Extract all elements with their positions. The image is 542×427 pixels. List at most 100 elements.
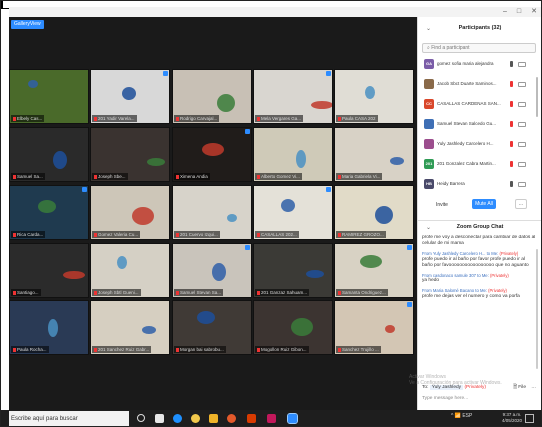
video-tile[interactable]: Rodrigo Carvajal... xyxy=(172,69,252,124)
close-button[interactable]: ✕ xyxy=(531,7,537,17)
activate-windows-watermark: Activar Windows Ve a Configuración para … xyxy=(409,374,502,386)
participant-row[interactable]: CC CASALLAS CARDENAS SAN... xyxy=(422,97,538,111)
taskbar-search-input[interactable]: Escribe aquí para buscar xyxy=(9,411,129,426)
camera-icon[interactable] xyxy=(518,182,526,187)
tile-name-label: Rica Carda... xyxy=(11,231,46,238)
video-tile[interactable]: Sanchez Trujillo ... xyxy=(334,300,414,355)
video-tile[interactable]: Alberto Gomez Vi... xyxy=(253,127,333,182)
camera-icon[interactable] xyxy=(518,62,526,67)
video-tile[interactable]: Elbely Cas... xyxy=(9,69,89,124)
video-tile[interactable]: 201 Yadir Varela... xyxy=(90,69,170,124)
invite-button[interactable]: Invite xyxy=(436,202,448,208)
divider xyxy=(418,220,541,221)
video-tile[interactable]: Santiago... xyxy=(9,243,89,298)
camera-icon[interactable] xyxy=(518,122,526,127)
mic-muted-icon[interactable] xyxy=(510,101,513,107)
video-tile[interactable]: Rica Carda... xyxy=(9,185,89,240)
video-tile[interactable]: RAMIREZ GROZO... xyxy=(334,185,414,240)
tile-name-text: Samuel Sa... xyxy=(17,174,43,179)
minimize-button[interactable]: – xyxy=(503,7,507,17)
video-tile[interactable]: Morgan bai sabrobu... xyxy=(172,300,252,355)
powerpoint-icon[interactable] xyxy=(247,414,256,423)
participant-row[interactable]: Yuly Jashledy Carcelero H... xyxy=(422,137,538,151)
camera-icon[interactable] xyxy=(518,162,526,167)
task-view-icon[interactable] xyxy=(155,414,164,423)
mic-muted-icon[interactable] xyxy=(510,141,513,147)
gallery-view: Elbely Cas... 201 Yadir Varela... Rodrigo … xyxy=(9,17,417,410)
edge-icon[interactable] xyxy=(173,414,182,423)
video-tile[interactable]: Paula CASA 202 xyxy=(334,69,414,124)
video-tile[interactable]: Maria Gabriela Vi... xyxy=(334,127,414,182)
video-tile[interactable]: Mela Vergares Ga... xyxy=(253,69,333,124)
tile-name-label: Ximena Andia xyxy=(174,173,210,180)
participant-search-input[interactable]: ⌕ Find a participant xyxy=(422,43,536,53)
avatar xyxy=(424,79,434,89)
chat-sender-text: From Yuly Jashledy Carcelero H... to Me: xyxy=(422,251,499,256)
video-tile[interactable]: Paula Rocha... xyxy=(9,300,89,355)
mic-muted-icon[interactable] xyxy=(510,81,513,87)
camera-icon[interactable] xyxy=(518,142,526,147)
video-tile[interactable]: Samuel Stevan Sa... xyxy=(172,243,252,298)
chat-message-text: profe me dejas ver el numero y como va p… xyxy=(422,293,520,299)
participant-name: Jacob Sbct Duarte Saminos... xyxy=(437,81,497,86)
drawing-shape xyxy=(390,157,404,165)
participant-row[interactable]: Samuel Stevan Salcedo Gu... xyxy=(422,117,538,131)
video-tile[interactable]: Samanta Ondriguez... xyxy=(334,243,414,298)
video-tile[interactable]: CASALLAS 202... xyxy=(253,185,333,240)
participant-name: gomez sofia maria alejandra xyxy=(437,61,494,66)
participant-row[interactable]: 201 201 Gonzalez Cabra Martin... xyxy=(422,157,538,171)
tile-name-text: CASALLAS 202... xyxy=(261,232,297,237)
mute-all-button[interactable]: Mute All xyxy=(472,199,496,209)
more-button[interactable]: ... xyxy=(515,199,527,209)
chrome-icon[interactable] xyxy=(191,414,200,423)
video-tile[interactable]: Samuel Sa... xyxy=(9,127,89,182)
video-tile[interactable]: Joseph Sbe... xyxy=(90,127,170,182)
video-tile[interactable]: Gomez Valeria Cu... xyxy=(90,185,170,240)
avatar: 201 xyxy=(424,159,434,169)
zoom-icon[interactable] xyxy=(287,413,298,424)
mic-muted-icon[interactable] xyxy=(510,161,513,167)
drawing-shape xyxy=(360,255,382,268)
drawing-shape xyxy=(365,86,375,99)
tile-badge-icon xyxy=(163,71,168,76)
privately-label: (Privately) xyxy=(488,288,507,293)
gallery-view-button[interactable]: GalleryView xyxy=(11,20,44,29)
video-tile[interactable]: 201 Ganzaz Sahuam... xyxy=(253,243,333,298)
video-tile[interactable]: 201 Cuervo Izqui... xyxy=(172,185,252,240)
app-icon[interactable] xyxy=(267,414,276,423)
file-explorer-icon[interactable] xyxy=(209,414,218,423)
tile-name-label: Paula CASA 202 xyxy=(336,115,378,122)
drawing-shape xyxy=(53,151,67,169)
notifications-icon[interactable] xyxy=(525,414,534,423)
maximize-button[interactable]: □ xyxy=(517,7,521,17)
participant-row[interactable]: Jacob Sbct Duarte Saminos... xyxy=(422,77,538,91)
file-button[interactable]: 🗎 File xyxy=(513,383,526,392)
firefox-icon[interactable] xyxy=(227,414,236,423)
more-options-icon[interactable]: … xyxy=(531,383,536,392)
drawing-shape xyxy=(281,199,295,212)
tile-name-text: Mogollon Ruiz Gibon... xyxy=(261,347,307,352)
mic-icon[interactable] xyxy=(510,61,513,67)
cortana-icon[interactable] xyxy=(137,414,145,422)
participant-name: Samuel Stevan Salcedo Gu... xyxy=(437,121,497,126)
drawing-shape xyxy=(38,200,56,213)
video-tile[interactable]: Joseph Sbtl Gueni... xyxy=(90,243,170,298)
participants-scrollbar[interactable] xyxy=(536,77,538,117)
drawing-shape xyxy=(385,325,395,333)
chat-scrollbar[interactable] xyxy=(536,249,538,369)
mic-muted-icon xyxy=(13,290,16,295)
mic-icon[interactable] xyxy=(510,181,513,187)
video-tile[interactable]: Mogollon Ruiz Gibon... xyxy=(253,300,333,355)
mic-muted-icon xyxy=(13,116,16,121)
camera-icon[interactable] xyxy=(518,82,526,87)
chat-message-input[interactable]: Type message here... xyxy=(422,394,536,404)
system-tray[interactable]: ^ 📶 ESP xyxy=(451,413,472,419)
camera-icon[interactable] xyxy=(518,102,526,107)
tile-badge-icon xyxy=(82,187,87,192)
video-tile[interactable]: 201 Sanchez Ruiz Gabr... xyxy=(90,300,170,355)
mic-muted-icon[interactable] xyxy=(510,121,513,127)
participant-row[interactable]: GA gomez sofia maria alejandra xyxy=(422,57,538,71)
video-tile[interactable]: Ximena Andia xyxy=(172,127,252,182)
clock[interactable]: 9:37 a.m. 4/05/2020 xyxy=(502,412,522,424)
participant-row[interactable]: HB Heidy Barrera xyxy=(422,177,538,191)
